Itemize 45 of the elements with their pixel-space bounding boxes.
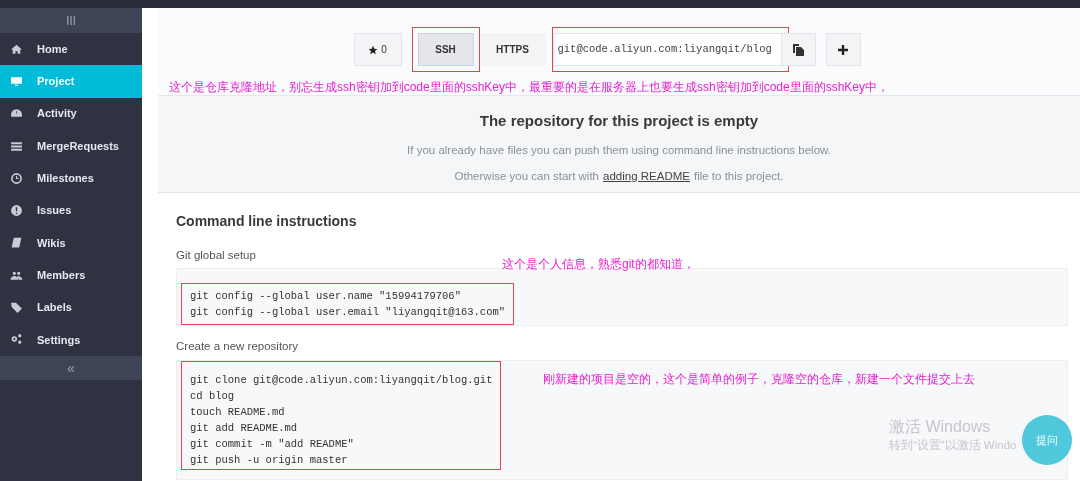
add-button[interactable] [825,33,861,66]
sidebar-item[interactable]: Home [0,33,142,66]
code-line: git config --global user.email "liyangqit@163.com" [190,305,506,321]
star-icon [368,44,379,55]
section-heading: Create a new repository [176,339,299,355]
copy-icon [792,43,804,56]
sidebar-item[interactable]: Labels [0,291,142,324]
home-icon [10,42,23,56]
sidebar-item[interactable]: Settings [0,323,142,356]
code-line: cd blog [190,388,236,404]
sidebar-item[interactable]: Wikis [0,226,142,260]
sidebar-item[interactable]: Milestones [0,162,142,195]
tag-icon [10,301,23,314]
copy-button[interactable] [780,33,816,66]
sidebar-item[interactable]: Activity [0,97,142,130]
code-line: git config --global user.name "15994179706" [190,289,462,305]
collapse-button[interactable]: « [67,360,75,375]
empty-state-title: The repository for this project is empty [479,111,759,131]
code-line: touch README.md [190,404,286,420]
sidebar-item[interactable]: Issues [0,194,142,227]
list-icon [10,139,23,153]
sidebar-item[interactable]: Members [0,259,142,292]
monitor-icon [10,74,23,88]
section-title: Command line instructions [176,212,358,231]
annotation-text: 刚新建的项目是空的，这个是简单的例子，克隆空的仓库，新建一个文件提交上去 [543,370,975,388]
empty-state-text: file to this project. [693,168,784,184]
protocol-tab[interactable]: SSH [417,33,474,66]
clock-icon [10,171,23,185]
code-line: git add README.md [190,420,299,436]
code-line: git clone git@code.aliyun.com:liyangqit/blog.git [190,372,493,388]
url-field[interactable]: git@code.aliyun.com:liyangqit/blog [552,33,782,66]
adding-readme-link[interactable]: adding README [603,167,690,185]
protocol-tab[interactable]: HTTPS [479,33,546,66]
section-heading: Git global setup [176,248,256,263]
code-line: git push -u origin master [190,452,349,468]
annotation-text: 这个是个人信息，熟悉git的都知道， [502,256,695,274]
empty-state-text: Otherwise you can start with [454,168,599,184]
empty-state-text: If you already have files you can push them using command line instructions below. [407,142,831,158]
code-line: git commit -m "add README" [190,436,355,452]
exclamation-icon [10,204,23,218]
sidebar-item[interactable]: MergeRequests [0,129,142,163]
star-button[interactable]: 0 [353,33,402,66]
annotation-text: 这个是仓库克隆地址，别忘生成ssh密钥加到code里面的sshKey中，最重要的是在服务器上也要生成ssh密钥加到code里面的sshKey中， [168,79,890,96]
plus-icon [838,44,848,55]
menu-icon[interactable] [66,16,76,25]
